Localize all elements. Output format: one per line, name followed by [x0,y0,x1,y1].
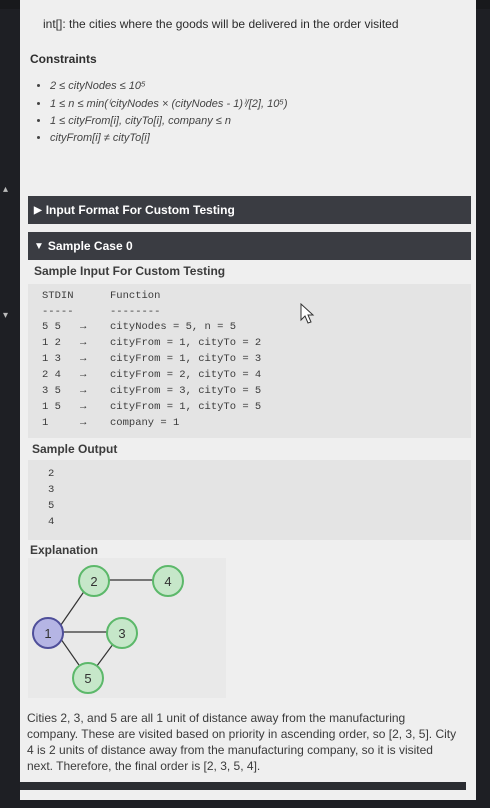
stdin-header: STDIN [42,290,74,302]
left-edge-mark: ▾ [3,310,9,321]
expand-arrow-icon: ▶ [34,204,42,216]
input-row: 1 → company = 1 [42,417,180,429]
explanation-text: Cities 2, 3, and 5 are all 1 unit of dis… [27,711,457,773]
explanation-title: Explanation [30,543,99,557]
collapse-arrow-icon: ▼ [34,240,44,252]
mouse-cursor-icon [300,303,315,324]
sample-output-title: Sample Output [32,442,118,456]
arrow-icon: → [80,417,87,429]
input-format-label: Input Format For Custom Testing [45,203,235,217]
arrow-icon: → [80,337,87,349]
graph-diagram: 1 2 3 4 5 [28,558,226,698]
sample-output-panel: 2 3 5 4 [28,460,471,540]
arrow-icon: → [80,369,87,381]
input-row: 2 4 → cityFrom = 2, cityTo = 4 [42,369,262,381]
stdin-separator: ----- [42,306,74,318]
left-edge-mark: ▴ [3,184,9,195]
sample-case-toggle[interactable]: ▼ Sample Case 0 [28,232,471,260]
output-value: 4 [48,516,55,528]
input-row: 1 5 → cityFrom = 1, cityTo = 5 [42,401,262,413]
constraints-title: Constraints [30,52,97,66]
graph-node-5: 5 [72,662,104,694]
problem-statement-page: int[]: the cities where the goods will b… [20,0,476,800]
graph-node-4: 4 [152,565,184,597]
arrow-icon: → [80,385,87,397]
graph-node-2: 2 [78,565,110,597]
constraint-item: 2 ≤ cityNodes ≤ 10⁵ [50,80,288,92]
graph-node-1: 1 [32,617,64,649]
input-row: 3 5 → cityFrom = 3, cityTo = 5 [42,385,262,397]
input-row: 1 3 → cityFrom = 1, cityTo = 3 [42,353,262,365]
output-value: 2 [48,468,55,480]
bottom-bar [20,782,466,790]
function-header: Function [110,290,161,302]
constraints-list: 2 ≤ cityNodes ≤ 10⁵ 1 ≤ n ≤ min(⁽cityNod… [32,80,288,149]
sample-input-panel: STDIN Function ----- -------- 5 5 → city… [28,284,471,438]
input-row: 1 2 → cityFrom = 1, cityTo = 2 [42,337,262,349]
arrow-icon: → [80,353,87,365]
sample-input-title: Sample Input For Custom Testing [34,264,226,278]
output-value: 3 [48,484,55,496]
sample-case-label: Sample Case 0 [47,239,133,253]
output-value: 5 [48,500,55,512]
constraint-item: 1 ≤ cityFrom[i], cityTo[i], company ≤ n [50,115,288,127]
function-separator: -------- [110,306,161,318]
input-row: 5 5 → cityNodes = 5, n = 5 [42,321,237,333]
graph-node-3: 3 [106,617,138,649]
arrow-icon: → [80,401,87,413]
constraint-item: 1 ≤ n ≤ min(⁽cityNodes × (cityNodes - 1)… [50,97,288,110]
input-format-toggle[interactable]: ▶ Input Format For Custom Testing [28,196,471,224]
arrow-icon: → [80,321,87,333]
return-description: int[]: the cities where the goods will b… [43,17,399,31]
constraint-item: cityFrom[i] ≠ cityTo[i] [50,132,288,144]
